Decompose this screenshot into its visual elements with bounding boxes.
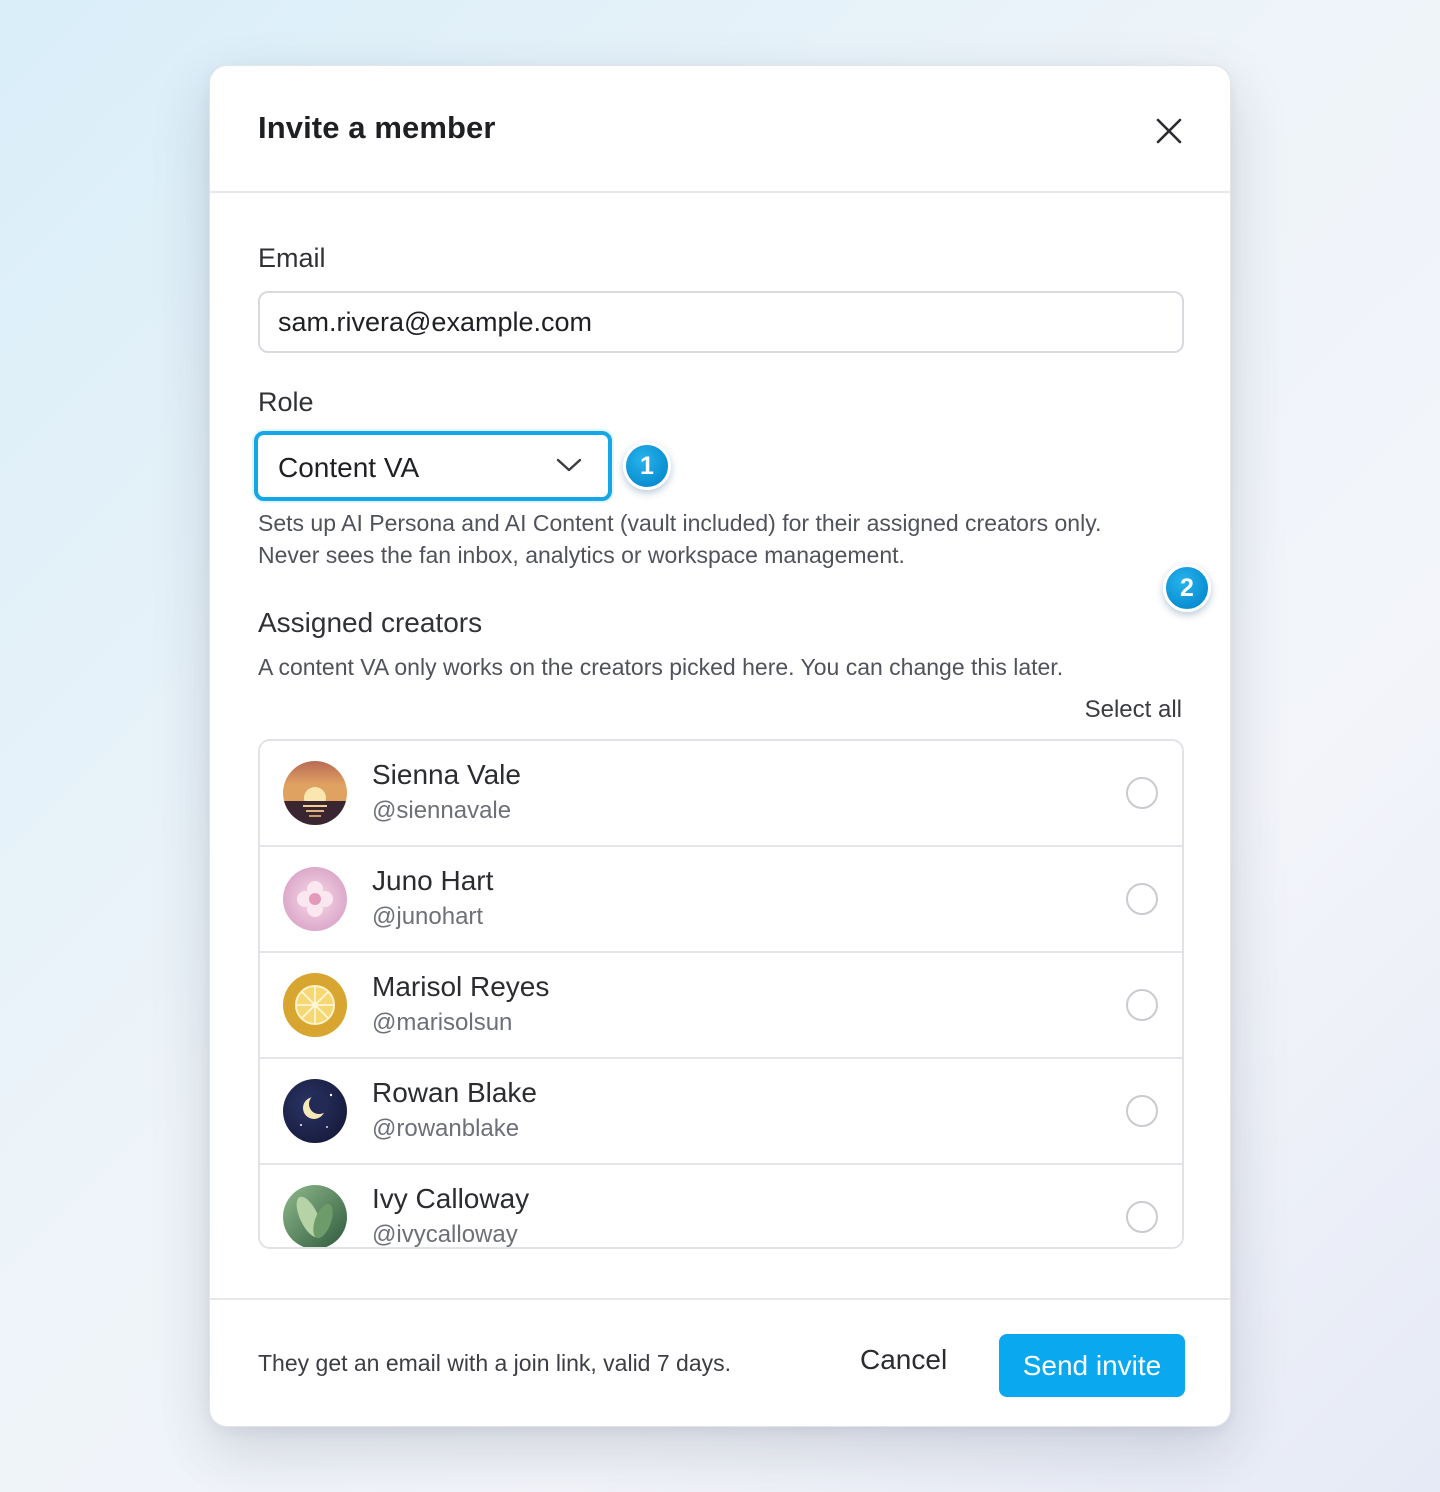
leaf-avatar-icon [283, 1185, 347, 1247]
creator-list: Sienna Vale @siennavale Juno Hart @junoh… [258, 739, 1184, 1249]
role-description-line2: Never sees the fan inbox, analytics or w… [258, 542, 905, 568]
creator-row-sienna-vale[interactable]: Sienna Vale @siennavale [260, 741, 1182, 847]
creator-radio[interactable] [1126, 989, 1158, 1021]
creator-name: Juno Hart [372, 865, 494, 896]
sunset-avatar-icon [283, 761, 347, 825]
assigned-creators-description: A content VA only works on the creators … [258, 654, 1064, 680]
email-label: Email [258, 243, 326, 273]
creator-row-ivy-calloway[interactable]: Ivy Calloway @ivycalloway [260, 1165, 1182, 1248]
close-icon [1156, 118, 1182, 144]
creator-name: Sienna Vale [372, 759, 521, 790]
flower-avatar-icon [283, 867, 347, 931]
step-badge-1: 1 [623, 442, 671, 490]
cancel-button[interactable]: Cancel [860, 1344, 947, 1376]
creator-name: Marisol Reyes [372, 971, 550, 1002]
creator-radio[interactable] [1126, 1095, 1158, 1127]
close-button[interactable] [1150, 112, 1188, 150]
role-select[interactable]: Content VA [254, 431, 612, 501]
moon-avatar-icon [283, 1079, 347, 1143]
role-label: Role [258, 387, 314, 417]
role-description-line1: Sets up AI Persona and AI Content (vault… [258, 510, 1102, 536]
invite-member-dialog: Invite a member Email Role Content VA 1 … [209, 65, 1231, 1427]
creator-handle: @siennavale [372, 797, 512, 824]
creator-radio[interactable] [1126, 1201, 1158, 1233]
creator-handle: @rowanblake [372, 1115, 520, 1142]
creator-handle: @marisolsun [372, 1009, 513, 1036]
dialog-title: Invite a member [258, 110, 496, 145]
assigned-creators-title: Assigned creators [258, 607, 483, 638]
creator-name: Ivy Calloway [372, 1183, 530, 1214]
footer-note: They get an email with a join link, vali… [258, 1350, 732, 1376]
chevron-down-icon [556, 458, 582, 472]
step-badge-2: 2 [1163, 564, 1211, 612]
select-all-link[interactable]: Select all [1085, 696, 1182, 724]
role-selected-value: Content VA [278, 452, 420, 483]
creator-handle: @junohart [372, 903, 484, 930]
send-invite-button[interactable]: Send invite [999, 1334, 1185, 1397]
dialog-header: Invite a member [210, 66, 1230, 193]
creator-row-juno-hart[interactable]: Juno Hart @junohart [260, 847, 1182, 953]
creator-row-marisol-reyes[interactable]: Marisol Reyes @marisolsun [260, 953, 1182, 1059]
dialog-footer: They get an email with a join link, vali… [210, 1298, 1230, 1426]
creator-radio[interactable] [1126, 883, 1158, 915]
creator-radio[interactable] [1126, 777, 1158, 809]
creator-handle: @ivycalloway [372, 1221, 518, 1248]
creator-row-rowan-blake[interactable]: Rowan Blake @rowanblake [260, 1059, 1182, 1165]
citrus-avatar-icon [283, 973, 347, 1037]
email-field[interactable] [258, 291, 1184, 353]
creator-name: Rowan Blake [372, 1077, 537, 1108]
